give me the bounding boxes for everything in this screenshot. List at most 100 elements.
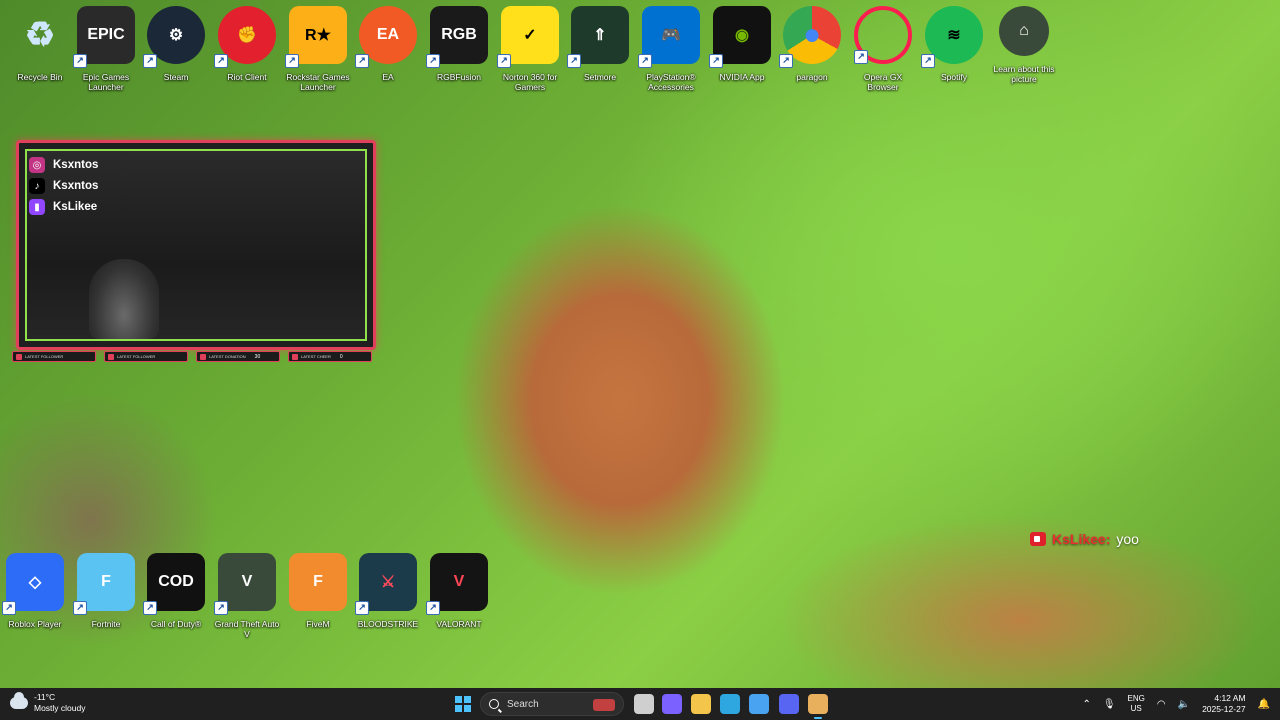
desktop-icon-label: paragon <box>796 72 828 82</box>
learn-picture-icon: ⌂ <box>999 6 1049 56</box>
recycle-bin-icon: ♻ <box>24 16 56 54</box>
desktop-icon-label: Rockstar Games Launcher <box>286 72 350 92</box>
alert-value: 30 <box>254 353 261 360</box>
desktop-icon-label: EA <box>382 72 394 82</box>
alert-latest-cheer: LATEST CHEER 0 <box>288 351 372 362</box>
desktop-icon-fortnite[interactable]: F ↗ Fortnite <box>71 553 141 629</box>
desktop-icon-label: Learn about this picture <box>993 64 1055 84</box>
desktop-icon-call-of-duty[interactable]: COD ↗ Call of Duty® <box>141 553 211 629</box>
heart-icon <box>108 353 114 360</box>
shortcut-arrow-icon: ↗ <box>285 54 299 68</box>
roblox-icon: ◇ ↗ <box>2 553 64 615</box>
alert-value: 0 <box>339 353 343 360</box>
desktop-icon-label: Norton 360 for Gamers <box>502 72 558 92</box>
language-code: ENG <box>1127 694 1145 703</box>
desktop-icon-recycle-bin[interactable]: ♻ Recycle Bin <box>5 6 75 82</box>
desktop-icon-label: Steam <box>163 72 189 82</box>
desktop-icon-ea[interactable]: EA ↗ EA <box>353 6 423 82</box>
shortcut-arrow-icon: ↗ <box>214 54 228 68</box>
taskbar-copilot-icon[interactable] <box>662 694 682 714</box>
taskbar-discord-icon[interactable] <box>779 694 799 714</box>
social-tiktok: ♪ Ksxntos <box>29 178 98 194</box>
desktop-icon-label: Call of Duty® <box>150 619 202 629</box>
taskbar-search[interactable]: Search <box>480 692 624 716</box>
language-indicator[interactable]: ENG US <box>1128 694 1145 714</box>
clock[interactable]: 4:12 AM 2025-12-27 <box>1202 693 1245 715</box>
shortcut-arrow-icon: ↗ <box>73 54 87 68</box>
alert-label: LATEST FOLLOWER <box>117 353 156 359</box>
weather-widget[interactable]: -11°C Mostly cloudy <box>10 692 86 714</box>
social-instagram: ◎ Ksxntos <box>29 157 98 173</box>
taskbar-streaming-app-icon[interactable] <box>808 694 828 719</box>
desktop-icon-steam[interactable]: ⚙ ↗ Steam <box>141 6 211 82</box>
bloodstrike-icon: ⚔ ↗ <box>355 553 417 615</box>
desktop-icon-riot-client[interactable]: ✊ ↗ Riot Client <box>212 6 282 82</box>
alert-latest-follower: LATEST FOLLOWER <box>12 351 96 362</box>
windows-logo-pane <box>464 696 471 703</box>
desktop-icon-label: Setmore <box>583 72 617 82</box>
clock-time: 4:12 AM <box>1214 693 1246 703</box>
desktop-icon-rockstar-games[interactable]: R★ ↗ Rockstar Games Launcher <box>283 6 353 92</box>
cloud-icon <box>10 692 28 709</box>
start-button[interactable] <box>455 696 471 712</box>
volume-icon[interactable]: 🔈 <box>1178 699 1190 710</box>
instagram-handle: Ksxntos <box>53 159 99 171</box>
ea-icon: EA ↗ <box>355 6 417 68</box>
desktop-icon-label: Recycle Bin <box>17 72 63 82</box>
desktop-icon-norton[interactable]: ✓ ↗ Norton 360 for Gamers <box>495 6 565 92</box>
system-tray: ⌃ 🎙 ENG US ◠ 🔈 4:12 AM 2025-12-27 🔔 <box>1082 688 1270 720</box>
taskbar-edge-icon[interactable] <box>720 694 740 714</box>
shortcut-arrow-icon: ↗ <box>638 54 652 68</box>
taskbar-task-view-icon[interactable] <box>634 694 654 714</box>
weather-text: -11°C Mostly cloudy <box>34 692 86 714</box>
clock-date: 2025-12-27 <box>1202 704 1246 714</box>
shortcut-arrow-icon: ↗ <box>921 54 935 68</box>
chat-text: yoo <box>1116 531 1139 547</box>
desktop-icon-opera-gx[interactable]: ↗ Opera GX Browser <box>848 6 918 92</box>
shortcut-arrow-icon: ↗ <box>854 50 868 64</box>
shortcut-arrow-icon: ↗ <box>426 54 440 68</box>
desktop-icon-label: PlayStation® Accessories <box>646 72 696 92</box>
notification-bell-icon[interactable]: 🔔 <box>1258 699 1270 710</box>
desktop-icon-paragon[interactable]: ● ↗ paragon <box>777 6 847 82</box>
desktop-icon-rgbfusion[interactable]: RGB ↗ RGBFusion <box>424 6 494 82</box>
tiktok-icon: ♪ <box>29 178 45 194</box>
nvidia-app-icon: ◉ ↗ <box>709 6 771 68</box>
dollar-icon <box>200 353 206 360</box>
desktop-icon-setmore[interactable]: ⇑ ↗ Setmore <box>565 6 635 82</box>
wifi-icon[interactable]: ◠ <box>1157 699 1166 710</box>
shortcut-arrow-icon: ↗ <box>779 54 793 68</box>
instagram-icon: ◎ <box>29 157 45 173</box>
desktop-icon-roblox[interactable]: ◇ ↗ Roblox Player <box>0 553 70 629</box>
shortcut-arrow-icon: ↗ <box>73 601 87 615</box>
taskbar-file-explorer-icon[interactable] <box>691 694 711 714</box>
desktop-icon-gta-v[interactable]: V ↗ Grand Theft Auto V <box>212 553 282 639</box>
search-placeholder: Search <box>507 698 539 710</box>
search-highlight-icon <box>593 699 615 711</box>
shortcut-arrow-icon: ↗ <box>143 601 157 615</box>
bits-icon <box>292 353 298 360</box>
rockstar-games-icon: R★ ↗ <box>285 6 347 68</box>
desktop-icon-label: BLOODSTRIKE <box>357 619 419 629</box>
desktop-icon-learn-picture[interactable]: ⌂ Learn about this picture <box>989 6 1059 84</box>
desktop-icon-spotify[interactable]: ≋ ↗ Spotify <box>919 6 989 82</box>
weather-temp: -11°C <box>34 692 56 702</box>
shortcut-arrow-icon: ↗ <box>355 54 369 68</box>
microphone-icon[interactable]: 🎙 <box>1103 699 1116 710</box>
desktop-icon-fivem[interactable]: F FiveM <box>283 553 353 629</box>
epic-games-icon: EPIC ↗ <box>73 6 135 68</box>
alert-label: LATEST FOLLOWER <box>25 353 64 359</box>
windows-logo-icon <box>455 696 462 703</box>
search-icon <box>489 699 499 709</box>
desktop-icon-ps-accessories[interactable]: 🎮 ↗ PlayStation® Accessories <box>636 6 706 92</box>
desktop-icon-bloodstrike[interactable]: ⚔ ↗ BLOODSTRIKE <box>353 553 423 629</box>
desktop-icon-epic-games[interactable]: EPIC ↗ Epic Games Launcher <box>71 6 141 92</box>
ps-accessories-icon: 🎮 ↗ <box>638 6 700 68</box>
desktop-icon-nvidia-app[interactable]: ◉ ↗ NVIDIA App <box>707 6 777 82</box>
taskbar-ms-store-icon[interactable] <box>749 694 769 714</box>
desktop-icon-valorant[interactable]: V ↗ VALORANT <box>424 553 494 629</box>
fivem-icon: F <box>289 553 347 611</box>
alert-latest-follower-2: LATEST FOLLOWER <box>104 351 188 362</box>
chevron-up-icon[interactable]: ⌃ <box>1082 699 1090 710</box>
shortcut-arrow-icon: ↗ <box>355 601 369 615</box>
